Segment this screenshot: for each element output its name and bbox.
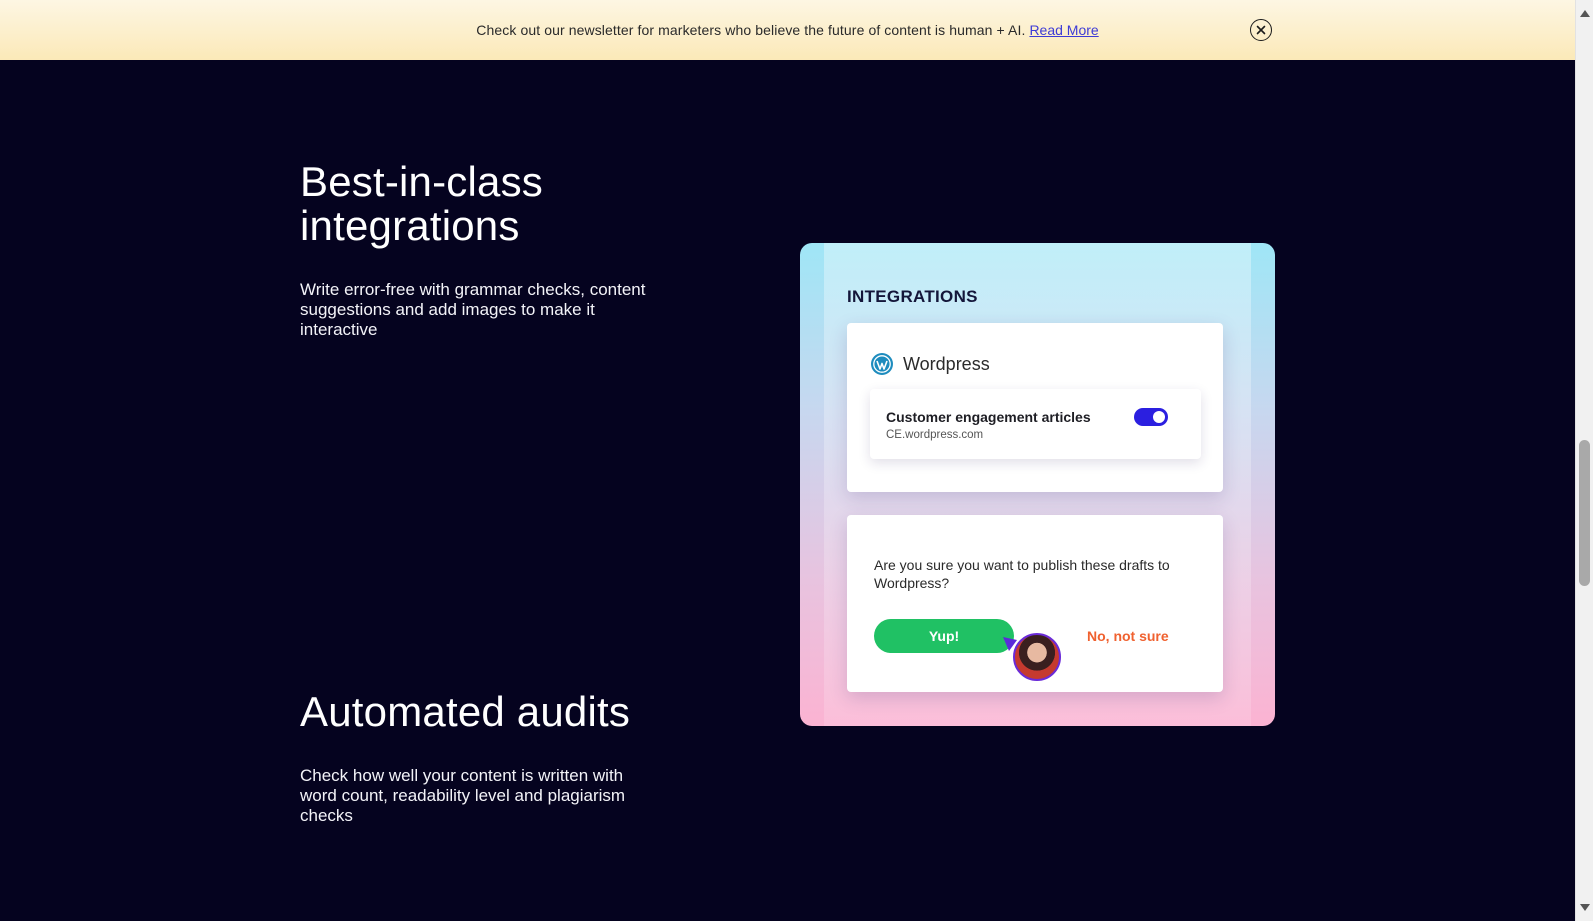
site-url: CE.wordpress.com bbox=[886, 429, 984, 441]
announcement-banner: Check out our newsletter for marketers w… bbox=[0, 0, 1575, 60]
scroll-down-icon[interactable] bbox=[1580, 904, 1590, 911]
toggle-knob bbox=[1153, 411, 1165, 423]
publish-confirm-card: Are you sure you want to publish these d… bbox=[847, 515, 1223, 692]
feature-title: Automated audits bbox=[300, 688, 631, 735]
integrations-heading: INTEGRATIONS bbox=[847, 287, 978, 306]
vertical-scrollbar[interactable] bbox=[1575, 0, 1593, 921]
yes-button[interactable]: Yup! bbox=[874, 619, 1014, 653]
close-icon[interactable] bbox=[1250, 19, 1272, 41]
integrations-illustration: INTEGRATIONS Wordpress Customer engageme… bbox=[800, 243, 1275, 726]
feature-description: Write error-free with grammar checks, co… bbox=[300, 280, 646, 339]
no-button[interactable]: No, not sure bbox=[1087, 619, 1169, 653]
feature-description: Check how well your content is written w… bbox=[300, 766, 626, 825]
confirm-question: Are you sure you want to publish these d… bbox=[874, 557, 1170, 591]
wordpress-icon bbox=[871, 353, 893, 375]
scroll-up-icon[interactable] bbox=[1580, 10, 1590, 17]
read-more-link[interactable]: Read More bbox=[1029, 22, 1098, 38]
feature-integrations: Best-in-class integrations Write error-f… bbox=[300, 160, 680, 340]
platform-name: Wordpress bbox=[903, 353, 990, 374]
banner-message: Check out our newsletter for marketers w… bbox=[476, 22, 1026, 38]
feature-audits: Automated audits Check how well your con… bbox=[300, 690, 680, 826]
site-name: Customer engagement articles bbox=[886, 409, 1091, 425]
feature-title: Best-in-class integrations bbox=[300, 158, 543, 249]
site-card: Customer engagement articles CE.wordpres… bbox=[870, 389, 1201, 459]
site-enabled-toggle[interactable] bbox=[1134, 408, 1168, 426]
avatar bbox=[1013, 633, 1061, 681]
wordpress-header: Wordpress bbox=[871, 353, 990, 375]
wordpress-card: Wordpress Customer engagement articles C… bbox=[847, 323, 1223, 492]
page: Check out our newsletter for marketers w… bbox=[0, 0, 1575, 921]
scroll-thumb[interactable] bbox=[1579, 440, 1590, 586]
